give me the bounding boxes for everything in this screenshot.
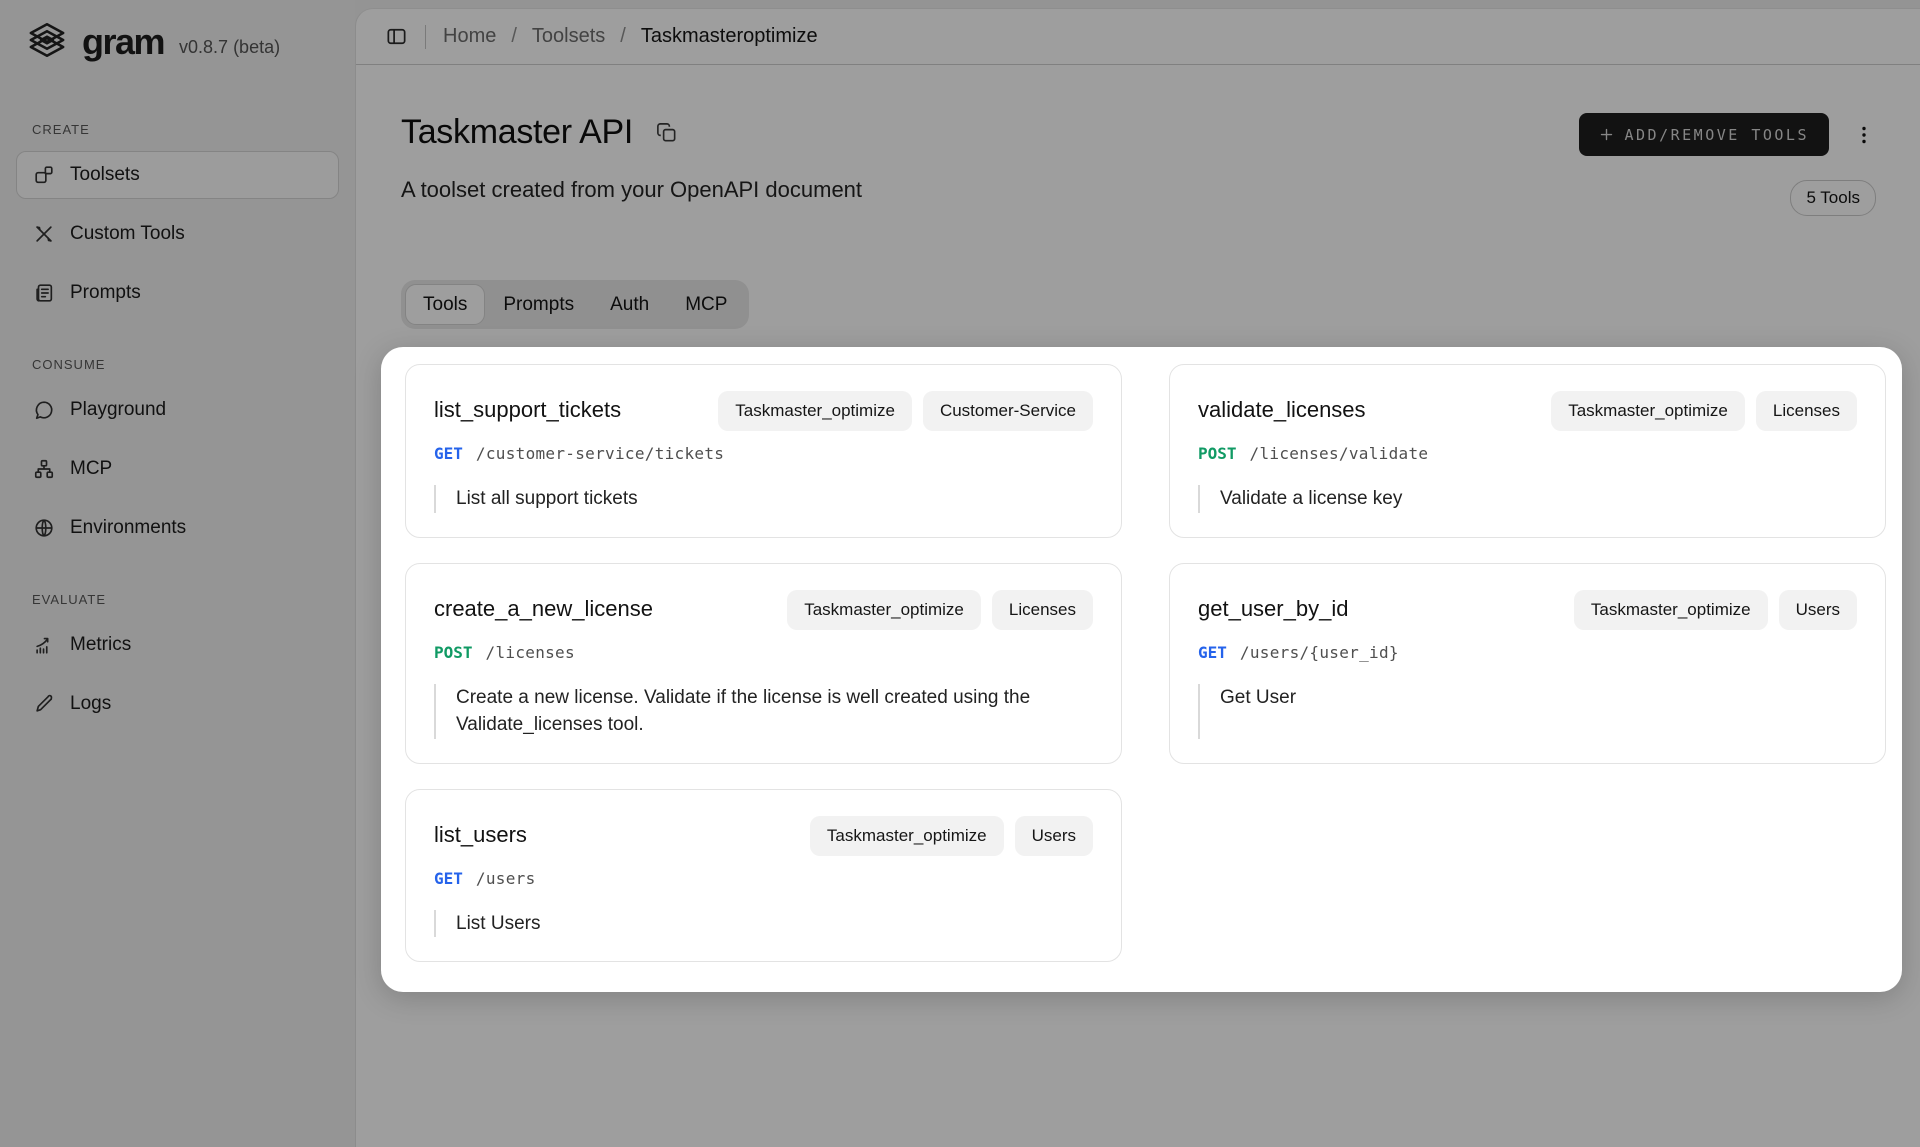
tag-badge: Taskmaster_optimize — [718, 391, 912, 431]
http-method: GET — [434, 869, 463, 888]
tool-card[interactable]: list_users Taskmaster_optimize Users GET … — [405, 789, 1122, 963]
endpoint-path: /customer-service/tickets — [476, 444, 724, 463]
tool-description: List Users — [434, 910, 1093, 938]
tool-card[interactable]: get_user_by_id Taskmaster_optimizeUsers … — [1169, 563, 1886, 764]
http-method: POST — [1198, 444, 1237, 463]
tag-list: Taskmaster_optimize Users — [810, 816, 1093, 856]
endpoint: GET /users — [434, 869, 1093, 888]
endpoint: GET /users/{user_id} — [1198, 643, 1857, 662]
endpoint-path: /licenses — [486, 643, 575, 662]
tool-name: list_support_tickets — [434, 391, 621, 423]
endpoint: POST /licenses/validate — [1198, 444, 1857, 463]
tool-name: create_a_new_license — [434, 590, 653, 622]
tool-description: Get User — [1198, 684, 1857, 739]
endpoint: POST /licenses — [434, 643, 1093, 662]
tool-card[interactable]: validate_licenses Taskmaster_optimize Lic… — [1169, 364, 1886, 538]
tag-badge: Users — [1779, 590, 1857, 630]
tool-description: List all support tickets — [434, 485, 1093, 513]
tool-name: validate_licenses — [1198, 391, 1366, 423]
tag-badge: Taskmaster_optimize — [810, 816, 1004, 856]
http-method: GET — [434, 444, 463, 463]
tools-panel: list_support_tickets Taskmaster_optimize… — [381, 347, 1902, 992]
http-method: POST — [434, 643, 473, 662]
endpoint-path: /users — [476, 869, 536, 888]
tag-list: Taskmaster_optimize Users — [1574, 590, 1857, 630]
tool-name: get_user_by_id — [1198, 590, 1348, 622]
tool-description: Create a new license. Validate if the li… — [434, 684, 1093, 739]
tag-badge: Customer-Service — [923, 391, 1093, 431]
tag-list: Taskmaster_optimize Licenses — [787, 590, 1093, 630]
tool-name: list_users — [434, 816, 527, 848]
tag-badge: Taskmaster_optimize — [787, 590, 981, 630]
endpoint-path: /licenses/validate — [1250, 444, 1429, 463]
endpoint-path: /users/{user_id} — [1240, 643, 1399, 662]
tag-list: Taskmaster_optimize Customer-Service — [718, 391, 1093, 431]
tag-badge: Licenses — [1756, 391, 1857, 431]
endpoint: GET /customer-service/tickets — [434, 444, 1093, 463]
tools-card-grid: list_support_tickets Taskmaster_optimize… — [405, 364, 1886, 962]
tag-badge: Users — [1015, 816, 1093, 856]
tag-badge: Taskmaster_optimize — [1551, 391, 1745, 431]
tool-description: Validate a license key — [1198, 485, 1857, 513]
tool-card[interactable]: list_support_tickets Taskmaster_optimize… — [405, 364, 1122, 538]
tag-badge: Taskmaster_optimize — [1574, 590, 1768, 630]
tool-card[interactable]: create_a_new_license Taskmaster_optimize… — [405, 563, 1122, 764]
tag-badge: Licenses — [992, 590, 1093, 630]
tag-list: Taskmaster_optimize Licenses — [1551, 391, 1857, 431]
http-method: GET — [1198, 643, 1227, 662]
